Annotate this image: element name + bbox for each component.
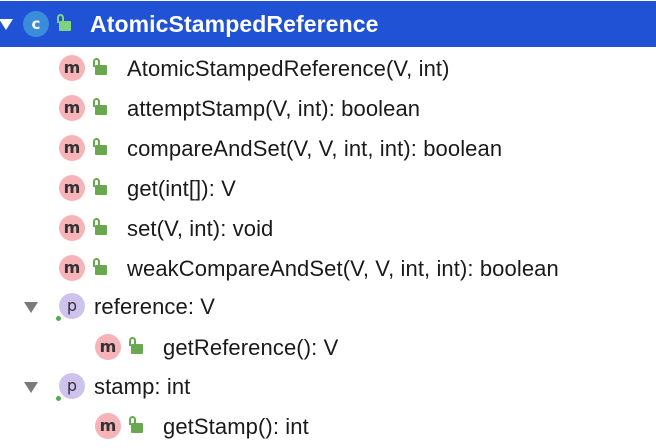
public-lock-icon xyxy=(91,98,107,116)
public-lock-icon xyxy=(91,258,107,276)
public-lock-icon xyxy=(127,416,143,434)
method-icon: m xyxy=(59,255,85,281)
public-lock-icon xyxy=(91,138,107,156)
tree-node-method[interactable]: m getStamp(): int xyxy=(0,406,656,446)
method-label: getReference(): V xyxy=(163,335,339,360)
method-icon: m xyxy=(59,215,85,241)
expand-arrow-icon[interactable] xyxy=(24,382,38,393)
tree-node-method[interactable]: m get(int[]): V xyxy=(0,168,656,208)
tree-node-method[interactable]: m attemptStamp(V, int): boolean xyxy=(0,88,656,128)
field-marker-icon xyxy=(56,396,61,401)
class-icon: c xyxy=(23,11,49,37)
class-name-label: AtomicStampedReference xyxy=(90,11,379,37)
public-lock-icon xyxy=(91,218,107,236)
method-label: AtomicStampedReference(V, int) xyxy=(127,56,450,81)
public-lock-icon xyxy=(55,14,71,32)
expand-arrow-icon[interactable] xyxy=(24,302,38,313)
tree-node-method[interactable]: m set(V, int): void xyxy=(0,208,656,248)
tree-node-property[interactable]: p reference: V xyxy=(0,287,656,327)
expand-arrow-icon[interactable] xyxy=(0,19,13,30)
method-icon: m xyxy=(59,175,85,201)
method-label: attemptStamp(V, int): boolean xyxy=(127,96,421,121)
method-label: getStamp(): int xyxy=(163,414,309,439)
method-icon: m xyxy=(95,413,121,439)
tree-node-method[interactable]: m weakCompareAndSet(V, V, int, int): boo… xyxy=(0,248,656,288)
method-label: set(V, int): void xyxy=(127,216,274,241)
property-label: reference: V xyxy=(94,294,216,319)
tree-node-method[interactable]: m compareAndSet(V, V, int, int): boolean xyxy=(0,128,656,168)
field-marker-icon xyxy=(56,316,61,321)
structure-tree: c AtomicStampedReference m AtomicStamped… xyxy=(0,0,656,448)
public-lock-icon xyxy=(127,337,143,355)
property-label: stamp: int xyxy=(94,374,191,399)
method-label: weakCompareAndSet(V, V, int, int): boole… xyxy=(127,256,559,281)
public-lock-icon xyxy=(91,178,107,196)
tree-node-class[interactable]: c AtomicStampedReference xyxy=(0,1,656,47)
method-icon: m xyxy=(95,334,121,360)
public-lock-icon xyxy=(91,58,107,76)
method-icon: m xyxy=(59,95,85,121)
method-label: compareAndSet(V, V, int, int): boolean xyxy=(127,136,503,161)
tree-node-method[interactable]: m getReference(): V xyxy=(0,327,656,367)
property-icon: p xyxy=(59,293,85,319)
tree-node-property[interactable]: p stamp: int xyxy=(0,367,656,407)
property-icon: p xyxy=(59,373,85,399)
method-icon: m xyxy=(59,135,85,161)
tree-node-method[interactable]: m AtomicStampedReference(V, int) xyxy=(0,48,656,88)
method-label: get(int[]): V xyxy=(127,176,236,201)
method-icon: m xyxy=(59,55,85,81)
